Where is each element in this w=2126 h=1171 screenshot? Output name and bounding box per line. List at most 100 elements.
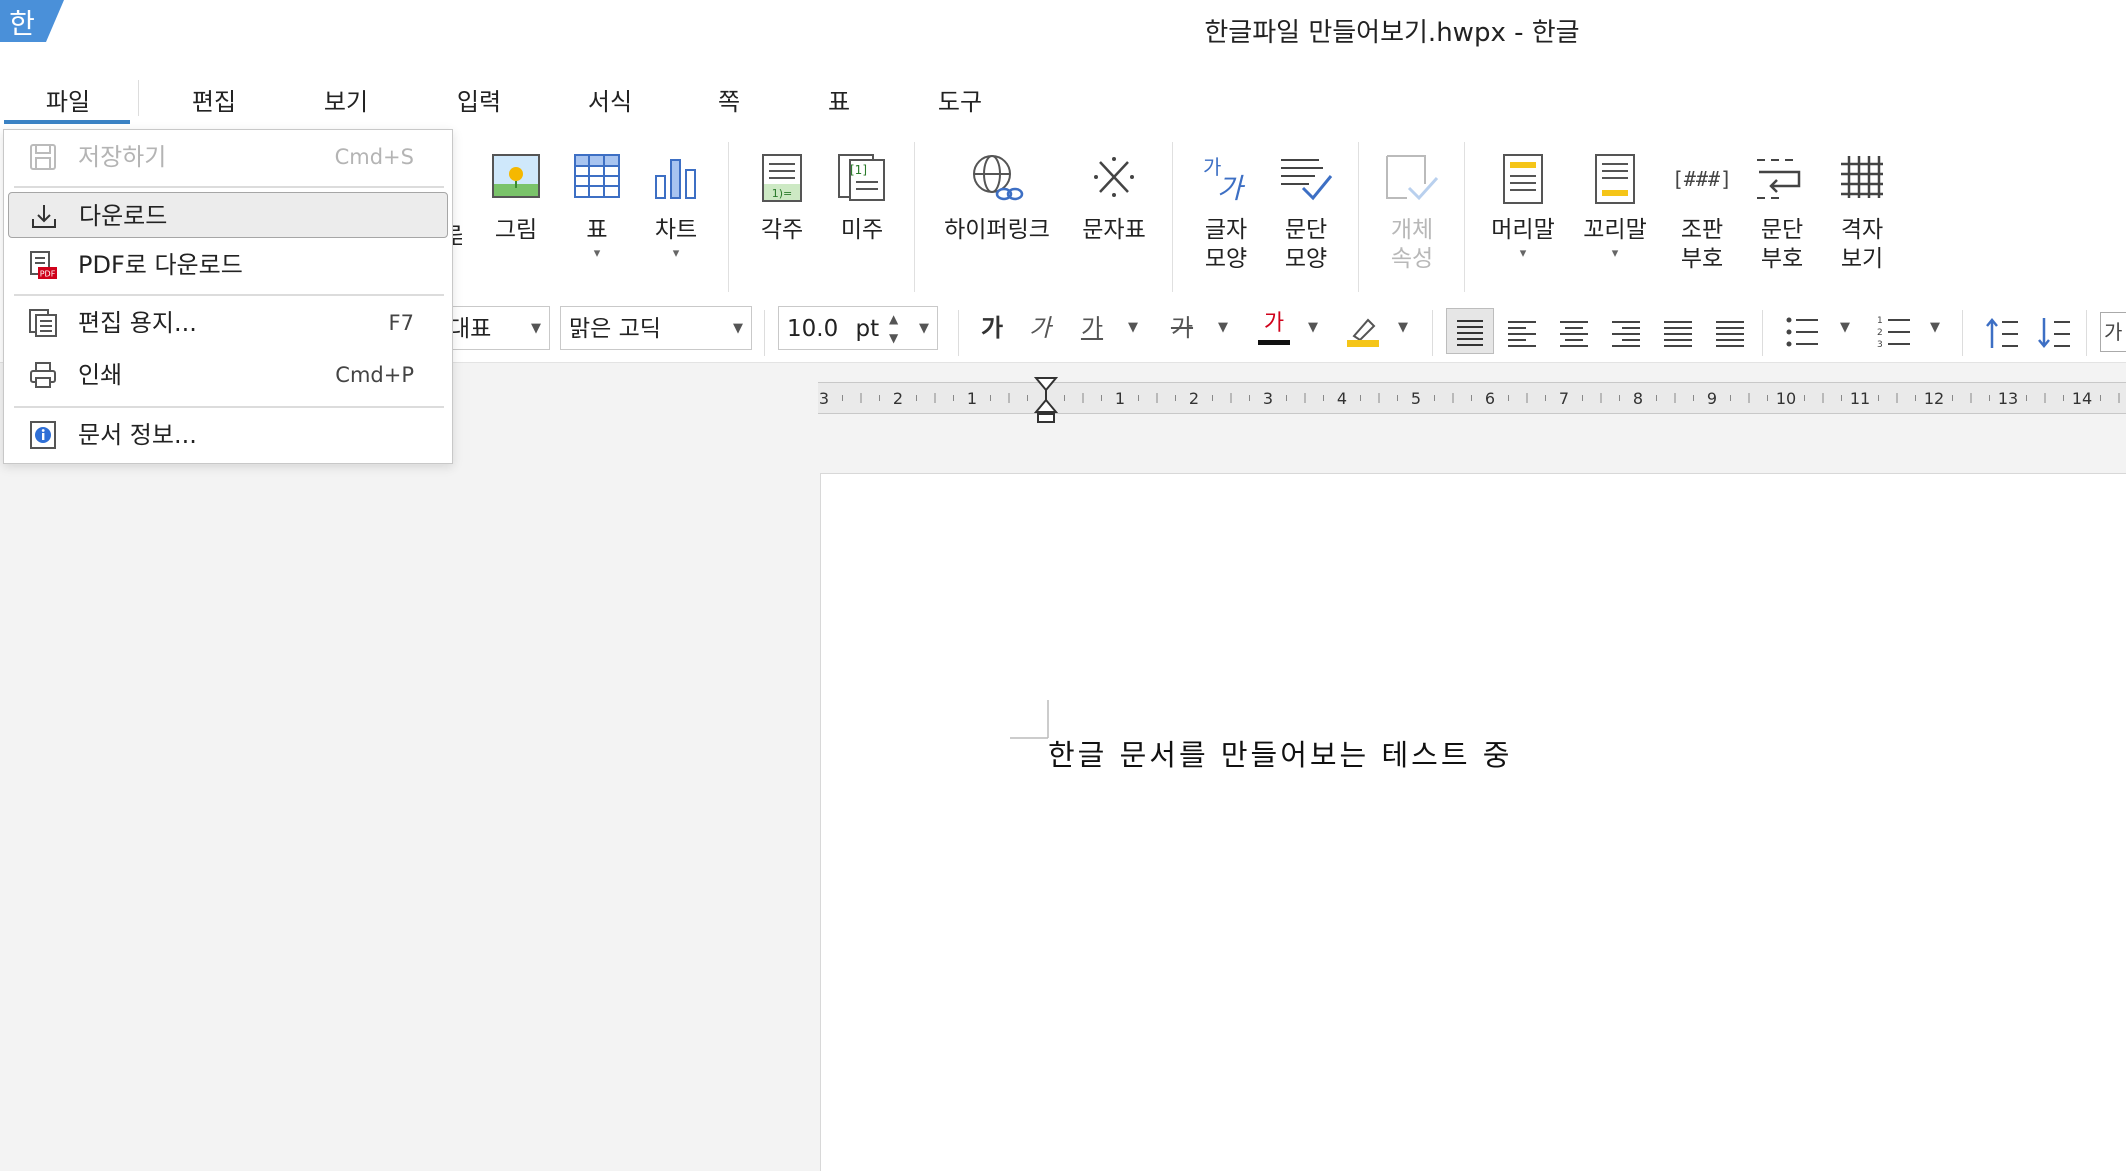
numbered-list-icon[interactable]: 1 2 3 xyxy=(1876,312,1912,352)
ruler-number: 2 xyxy=(1189,389,1199,408)
para-shape-label-2: 모양 xyxy=(1284,246,1328,272)
menu-tab-tools[interactable]: 도구 xyxy=(932,82,988,117)
highlight-pen-icon[interactable] xyxy=(1346,314,1380,348)
grid-view-label-1: 격자 xyxy=(1840,217,1884,243)
align-right-icon[interactable] xyxy=(1608,310,1644,354)
decrease-line-spacing-icon[interactable] xyxy=(2036,312,2072,352)
menu-tab-format[interactable]: 서식 xyxy=(582,82,638,117)
menu-item-print-shortcut: Cmd+P xyxy=(335,363,414,387)
ruler-number: 9 xyxy=(1707,389,1717,408)
insert-picture-button[interactable]: 그림 xyxy=(488,154,544,245)
style-select-value: 대표 xyxy=(449,316,492,342)
bullet-list-icon[interactable] xyxy=(1784,312,1820,352)
svg-text:[1]: [1] xyxy=(850,163,867,177)
menu-tab-table[interactable]: 표 xyxy=(824,82,854,117)
ribbon-divider xyxy=(1358,142,1359,294)
underline-button[interactable]: 가 xyxy=(1072,306,1112,350)
hyperlink-icon xyxy=(973,155,1024,201)
text-color-dropdown-icon[interactable]: ▼ xyxy=(1308,306,1318,350)
bullet-list-dropdown-icon[interactable]: ▼ xyxy=(1840,306,1850,350)
numbered-list-dropdown-icon[interactable]: ▼ xyxy=(1930,306,1940,350)
menu-tab-edit[interactable]: 편집 xyxy=(186,82,242,117)
object-properties-button[interactable]: 개체 속성 xyxy=(1380,154,1444,274)
strikethrough-dropdown-icon[interactable]: ▼ xyxy=(1218,306,1228,350)
document-page[interactable] xyxy=(820,473,2126,1171)
endnote-label: 미주 xyxy=(840,217,884,243)
align-distribute-icon[interactable] xyxy=(1660,310,1696,354)
char-shape-label-1: 글자 xyxy=(1204,217,1248,243)
menu-item-save-label: 저장하기 xyxy=(78,143,167,171)
horizontal-ruler[interactable]: 3 2 1 1 2 3 4 5 6 7 8 9 10 11 12 13 14 xyxy=(818,382,2126,414)
ruler-number: 3 xyxy=(1263,389,1273,408)
menu-item-doc-info[interactable]: 문서 정보... xyxy=(8,412,448,458)
menu-item-page-setup-label: 편집 용지... xyxy=(78,309,197,337)
align-center-icon[interactable] xyxy=(1556,310,1592,354)
bold-button[interactable]: 가 xyxy=(972,306,1012,350)
size-decrease-icon[interactable]: ▼ xyxy=(889,316,898,360)
italic-button[interactable]: 가 xyxy=(1020,306,1060,350)
header-dropdown-caret[interactable]: ▾ xyxy=(1486,245,1560,263)
text-color-bar xyxy=(1258,340,1290,345)
font-size-arrow-icon[interactable]: ▼ xyxy=(919,307,929,351)
insert-picture-label: 그림 xyxy=(494,217,538,243)
ruler-scale: 3 2 1 1 2 3 4 5 6 7 8 9 10 11 12 13 14 xyxy=(819,389,2120,408)
align-left-icon[interactable] xyxy=(1504,310,1540,354)
document-body-text[interactable]: 한글 문서를 만들어보는 테스트 중 xyxy=(1048,732,1512,774)
header-button[interactable]: 머리말 ▾ xyxy=(1486,154,1560,263)
menu-tab-file[interactable]: 파일 xyxy=(40,82,96,117)
menu-divider xyxy=(138,80,139,116)
increase-line-spacing-icon[interactable] xyxy=(1984,312,2020,352)
chart-dropdown-caret[interactable]: ▾ xyxy=(650,245,702,263)
menu-tab-insert[interactable]: 입력 xyxy=(451,82,507,117)
menu-divider xyxy=(14,294,444,296)
align-split-icon[interactable] xyxy=(1712,310,1748,354)
endnote-icon: [1] xyxy=(838,154,885,201)
char-shape-icon: 가 가 xyxy=(1203,155,1246,202)
footer-dropdown-caret[interactable]: ▾ xyxy=(1578,245,1652,263)
format-divider xyxy=(1432,310,1433,356)
font-size-field[interactable]: 10.0 pt ▲ ▼ ▼ xyxy=(778,306,938,350)
pdf-icon: PDF xyxy=(30,251,57,279)
insert-table-button[interactable]: 표 ▾ xyxy=(572,154,622,263)
strikethrough-button[interactable]: 가 xyxy=(1162,306,1202,350)
menu-item-save[interactable]: 저장하기 Cmd+S xyxy=(8,134,448,180)
highlight-dropdown-icon[interactable]: ▼ xyxy=(1398,306,1408,350)
menu-tab-view[interactable]: 보기 xyxy=(318,82,374,117)
menu-item-print[interactable]: 인쇄 Cmd+P xyxy=(8,352,448,398)
symbol-table-button[interactable]: 문자표 xyxy=(1076,154,1152,245)
underline-dropdown-icon[interactable]: ▼ xyxy=(1128,306,1138,350)
markup-symbol-button[interactable]: [###] 조판 부호 xyxy=(1670,154,1734,274)
svg-text:1)=: 1)= xyxy=(772,187,793,200)
font-size-unit: pt xyxy=(855,316,880,342)
menu-item-pdf-download[interactable]: PDF PDF로 다운로드 xyxy=(8,242,448,288)
insert-chart-label: 차트 xyxy=(654,217,698,243)
endnote-button[interactable]: [1] 미주 xyxy=(836,154,888,245)
menu-item-download[interactable]: 다운로드 xyxy=(8,192,448,238)
indent-marker-icon[interactable] xyxy=(1034,376,1058,426)
justify-button[interactable] xyxy=(1446,308,1494,354)
menu-tab-page[interactable]: 쪽 xyxy=(714,82,744,117)
print-icon xyxy=(30,362,56,388)
object-props-label-2: 속성 xyxy=(1390,246,1434,272)
format-divider xyxy=(1962,310,1963,356)
insert-chart-button[interactable]: 차트 ▾ xyxy=(650,154,702,263)
footnote-button[interactable]: 1)= 각주 xyxy=(756,154,808,245)
footer-label: 꼬리말 xyxy=(1583,217,1647,243)
para-mark-button[interactable]: 문단 부호 xyxy=(1750,154,1814,274)
table-dropdown-caret[interactable]: ▾ xyxy=(572,245,622,263)
ruler-number: 11 xyxy=(1850,389,1870,408)
ruler-number: 12 xyxy=(1924,389,1944,408)
font-select[interactable]: 맑은 고딕 ▼ xyxy=(560,306,752,350)
header-label: 머리말 xyxy=(1491,217,1555,243)
active-tab-indicator xyxy=(4,120,130,124)
hyperlink-button[interactable]: 하이퍼링크 xyxy=(936,154,1058,245)
style-select[interactable]: 대표 ▼ xyxy=(440,306,550,350)
para-shape-button[interactable]: 문단 모양 xyxy=(1274,154,1338,274)
markup-label-1: 조판 xyxy=(1680,217,1724,243)
char-shape-button[interactable]: 가 가 글자 모양 xyxy=(1194,154,1258,274)
partial-format-button[interactable]: 가 xyxy=(2100,312,2126,352)
ribbon-divider xyxy=(914,142,915,294)
footer-button[interactable]: 꼬리말 ▾ xyxy=(1578,154,1652,263)
menu-item-page-setup[interactable]: 편집 용지... F7 xyxy=(8,300,448,346)
grid-view-button[interactable]: 격자 보기 xyxy=(1830,154,1894,274)
